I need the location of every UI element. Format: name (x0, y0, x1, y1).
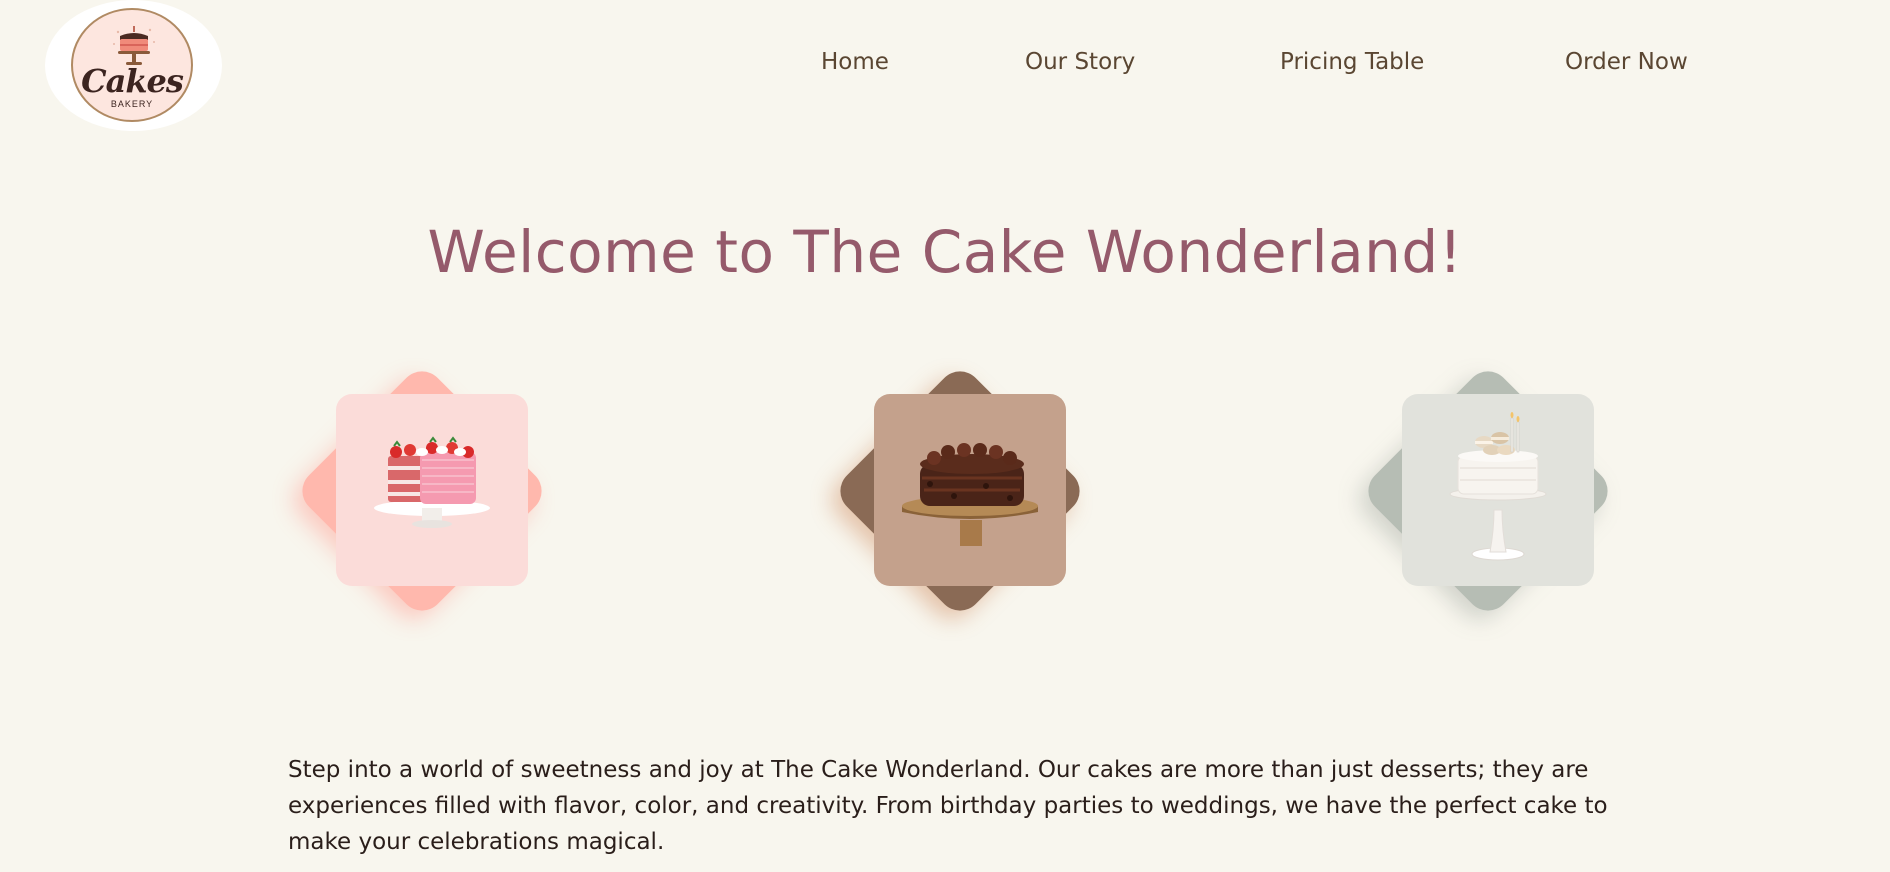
logo-subtitle: BAKERY (110, 99, 154, 109)
nav-our-story-link[interactable]: Our Story (1025, 49, 1135, 75)
cake-card-chocolate[interactable] (825, 356, 1095, 626)
nav-pricing-table-link[interactable]: Pricing Table (1280, 49, 1424, 75)
page: Cakes BAKERY Home Our Story Pricing Tabl… (0, 0, 1890, 872)
cake-card-strawberry[interactable] (287, 356, 557, 626)
intro-paragraph: Step into a world of sweetness and joy a… (288, 757, 1608, 855)
strawberry-cake-image (374, 436, 490, 528)
white-macaron-cake-image (1449, 412, 1547, 561)
cake-image-tile (336, 394, 528, 586)
page-title: Welcome to The Cake Wonderland! (427, 218, 1463, 286)
cake-image-tile (874, 394, 1066, 586)
cake-card-white-macaron[interactable] (1353, 356, 1623, 626)
nav-order-now-link[interactable]: Order Now (1565, 49, 1688, 75)
nav-home-link[interactable]: Home (821, 49, 889, 75)
main-nav: Home Our Story Pricing Table Order Now (0, 49, 1890, 83)
cake-image-tile (1402, 394, 1594, 586)
chocolate-cake-image (902, 443, 1038, 546)
